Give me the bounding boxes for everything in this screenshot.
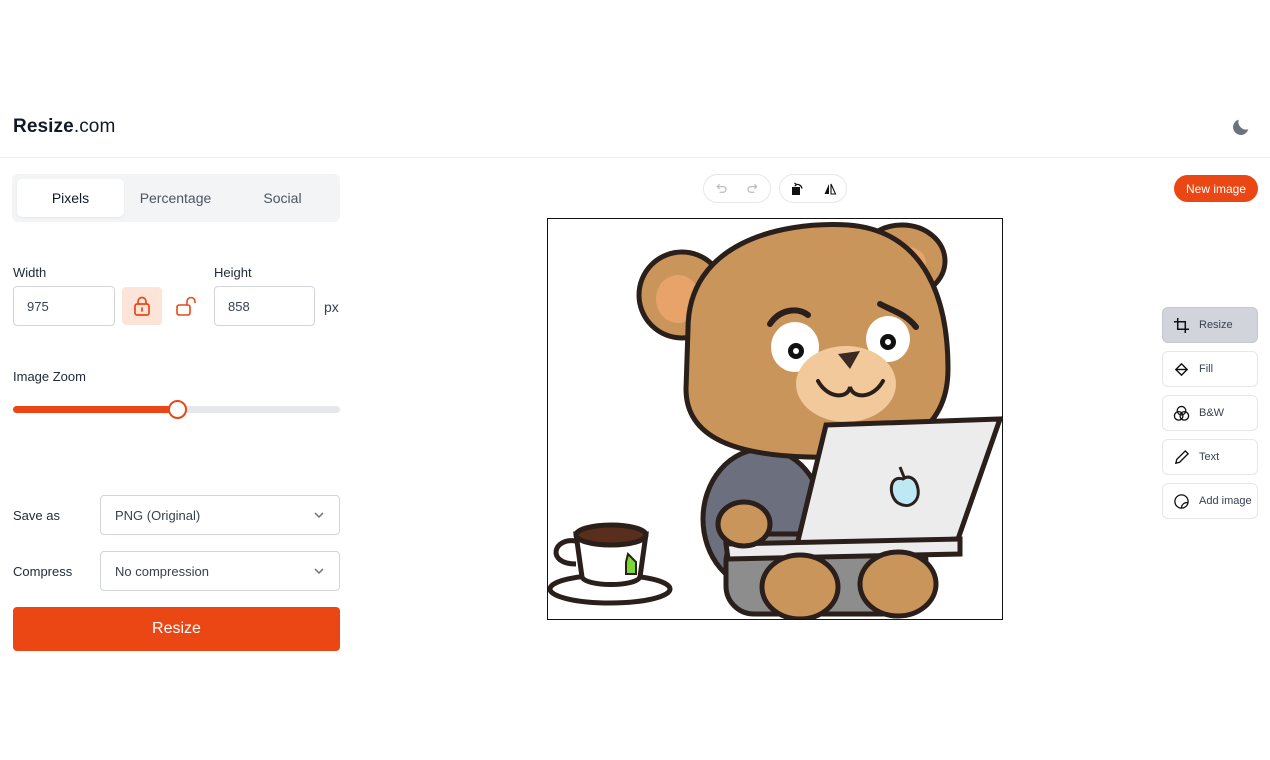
fill-bucket-icon xyxy=(1174,362,1189,376)
tool-add-image[interactable]: Add image xyxy=(1162,483,1258,519)
crop-icon xyxy=(1173,317,1190,333)
compress-select[interactable]: No compression xyxy=(100,551,340,591)
tool-resize[interactable]: Resize xyxy=(1162,307,1258,343)
width-input[interactable]: 975 xyxy=(13,286,115,326)
pencil-icon xyxy=(1174,449,1190,464)
unit-label: px xyxy=(324,299,339,315)
save-as-label: Save as xyxy=(13,508,60,523)
new-image-button[interactable]: New image xyxy=(1174,175,1258,202)
redo-icon xyxy=(747,183,758,193)
zoom-slider-fill xyxy=(13,406,177,413)
height-label: Height xyxy=(214,265,252,280)
compress-label: Compress xyxy=(13,564,73,579)
tool-add-image-label: Add image xyxy=(1199,495,1252,507)
site-logo[interactable]: Resize.com xyxy=(13,116,115,138)
tool-fill[interactable]: Fill xyxy=(1162,351,1258,387)
flip-icon xyxy=(824,183,836,195)
undo-button[interactable] xyxy=(704,175,737,202)
unit-tabs: Pixels Percentage Social xyxy=(12,174,340,222)
color-circles-icon xyxy=(1173,405,1190,421)
save-as-value: PNG (Original) xyxy=(115,507,201,523)
tab-pixels[interactable]: Pixels xyxy=(17,179,124,217)
tool-resize-label: Resize xyxy=(1199,319,1233,331)
top-header: Resize.com xyxy=(0,96,1270,158)
zoom-slider-knob[interactable] xyxy=(167,400,187,419)
resize-button[interactable]: Resize xyxy=(13,607,340,651)
rotate-icon xyxy=(791,182,803,195)
chevron-down-icon xyxy=(314,568,324,575)
zoom-slider[interactable] xyxy=(13,400,340,419)
compress-value: No compression xyxy=(115,563,209,579)
tool-text-label: Text xyxy=(1199,451,1220,463)
flip-button[interactable] xyxy=(813,175,846,202)
width-label: Width xyxy=(13,265,47,280)
tool-text[interactable]: Text xyxy=(1162,439,1258,475)
image-canvas[interactable] xyxy=(547,218,1003,620)
save-as-select[interactable]: PNG (Original) xyxy=(100,495,340,535)
bear-illustration xyxy=(548,222,1002,619)
unlock-icon[interactable] xyxy=(175,295,197,317)
chevron-down-icon xyxy=(314,512,324,519)
lock-icon xyxy=(134,296,150,316)
tool-bw-label: B&W xyxy=(1199,407,1225,419)
undo-icon xyxy=(716,183,727,193)
transform-toolbar xyxy=(779,174,847,203)
zoom-label: Image Zoom xyxy=(13,369,86,384)
tool-fill-label: Fill xyxy=(1199,363,1214,375)
aspect-lock-button[interactable] xyxy=(122,287,162,325)
dark-mode-moon-icon[interactable] xyxy=(1230,116,1252,138)
redo-button[interactable] xyxy=(737,175,770,202)
tab-percentage[interactable]: Percentage xyxy=(122,179,229,217)
height-input[interactable]: 858 xyxy=(214,286,315,326)
tool-bw[interactable]: B&W xyxy=(1162,395,1258,431)
rotate-button[interactable] xyxy=(780,175,813,202)
history-toolbar xyxy=(703,174,771,203)
add-image-icon xyxy=(1174,493,1189,509)
tab-social[interactable]: Social xyxy=(229,179,336,217)
